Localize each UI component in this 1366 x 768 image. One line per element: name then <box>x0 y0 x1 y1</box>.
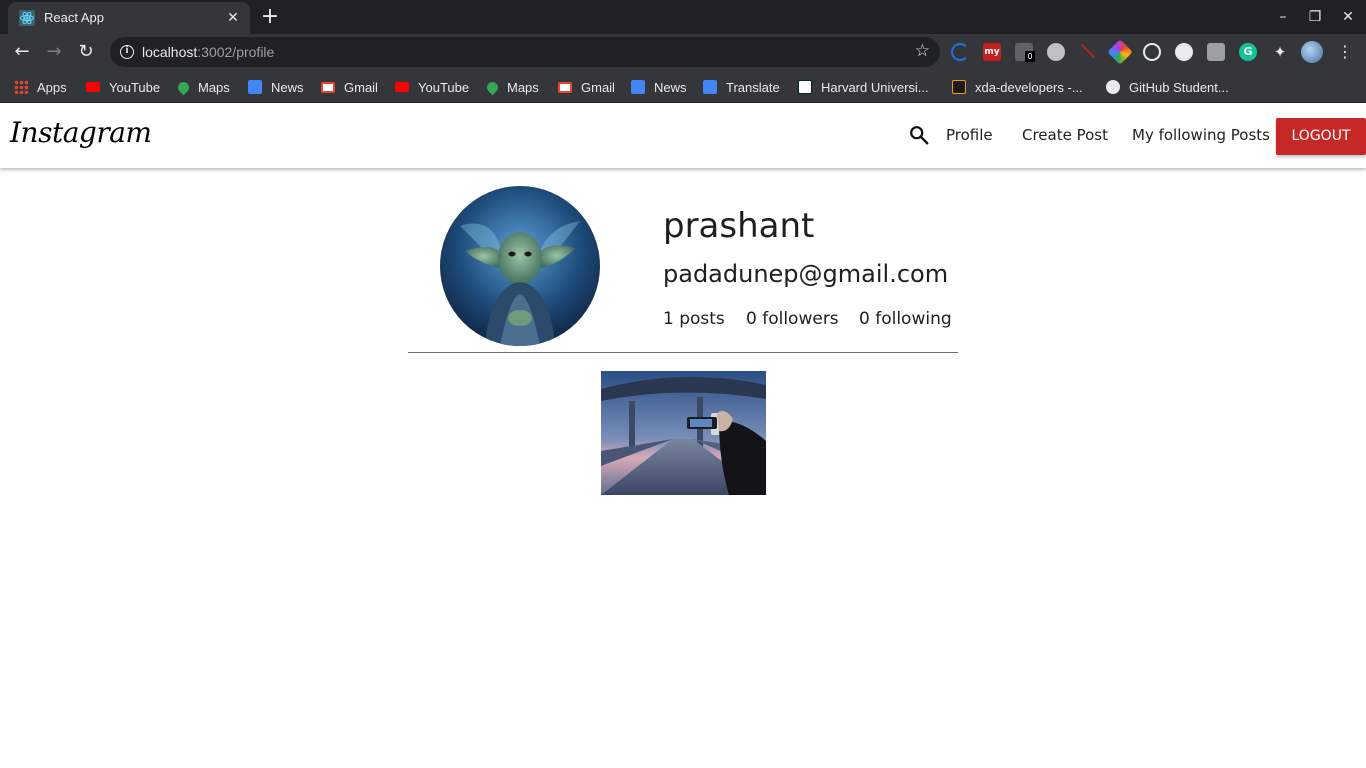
extension-target-icon[interactable] <box>1143 43 1161 61</box>
url-path: :3002/profile <box>197 44 275 60</box>
bookmark-translate[interactable]: Translate <box>703 78 780 96</box>
close-window-button[interactable]: ✕ <box>1337 7 1359 27</box>
yoda-avatar-image <box>440 186 600 346</box>
logout-button[interactable]: LOGOUT <box>1276 118 1366 155</box>
browser-tab-react-app[interactable]: React App ✕ <box>8 2 250 34</box>
url-host: localhost <box>142 44 198 60</box>
extension-circle-icon[interactable] <box>1047 43 1065 61</box>
bookmark-label: News <box>654 79 687 95</box>
menu-kebab-icon[interactable]: ⋮ <box>1336 43 1354 61</box>
address-bar[interactable]: i localhost:3002/profile ☆ <box>110 37 940 67</box>
extension-square-icon[interactable] <box>1207 43 1225 61</box>
apps-grid-icon <box>14 80 28 94</box>
restore-button[interactable]: ❐ <box>1304 7 1326 27</box>
bookmark-maps[interactable]: Maps <box>175 78 230 96</box>
app-navbar: Instagram Profile Create Post My followi… <box>0 104 1366 168</box>
bookmark-label: Gmail <box>344 79 378 95</box>
translate-icon <box>703 80 717 94</box>
bookmark-youtube[interactable]: YouTube <box>86 78 160 96</box>
extension-slash-icon[interactable] <box>1080 43 1096 59</box>
bookmark-gmail-2[interactable]: Gmail <box>558 78 615 96</box>
instagram-logo[interactable]: Instagram <box>10 116 152 149</box>
followers-count: 0 followers <box>746 309 839 329</box>
react-logo-icon <box>19 10 35 26</box>
extension-my-icon[interactable]: my <box>983 43 1001 61</box>
bookmark-label: xda-developers -... <box>975 79 1083 95</box>
edx-icon <box>798 80 812 94</box>
bookmark-label: Maps <box>507 79 539 95</box>
bookmark-label: Translate <box>726 79 780 95</box>
extensions-puzzle-icon[interactable]: ✦ <box>1271 43 1289 61</box>
youtube-icon <box>395 82 409 92</box>
bookmark-apps[interactable]: Apps <box>14 78 67 96</box>
bookmark-label: YouTube <box>418 79 470 95</box>
profile-email: padadunep@gmail.com <box>663 260 949 288</box>
search-icon[interactable] <box>908 124 930 146</box>
maps-icon <box>484 79 501 95</box>
posts-count: 1 posts <box>663 309 725 329</box>
bookmark-xda[interactable]: xda-developers -... <box>952 78 1083 96</box>
bookmark-label: YouTube <box>109 79 161 95</box>
new-tab-button[interactable]: + <box>258 6 282 30</box>
minimize-button[interactable]: – <box>1272 7 1294 27</box>
forward-button[interactable]: → <box>42 40 66 64</box>
following-count: 0 following <box>859 309 952 329</box>
gmail-icon <box>558 81 572 93</box>
extension-code-icon[interactable] <box>1175 43 1193 61</box>
bookmark-label: Gmail <box>581 79 615 95</box>
profile-avatar-icon[interactable] <box>1301 41 1323 63</box>
reload-button[interactable]: ↻ <box>74 40 98 64</box>
bookmark-news-2[interactable]: News <box>631 78 687 96</box>
github-icon <box>1106 80 1120 94</box>
grammarly-icon[interactable]: G <box>1239 43 1257 61</box>
post-thumbnail[interactable] <box>601 371 766 495</box>
browser-toolbar: ← → ↻ i localhost:3002/profile ☆ my 0 G … <box>0 34 1366 70</box>
bookmark-label: GitHub Student... <box>1129 79 1229 95</box>
site-info-icon[interactable]: i <box>120 45 134 59</box>
tab-title: React App <box>44 10 104 25</box>
url-text[interactable]: localhost:3002/profile <box>142 44 274 60</box>
extension-loading-icon[interactable] <box>951 43 969 61</box>
maps-icon <box>175 79 192 95</box>
profile-username: prashant <box>663 206 815 246</box>
bookmark-label: Maps <box>198 79 230 95</box>
profile-avatar <box>440 186 600 346</box>
bookmark-news[interactable]: News <box>248 78 304 96</box>
back-button[interactable]: ← <box>10 40 34 64</box>
google-news-icon <box>248 80 262 94</box>
bookmark-youtube-2[interactable]: YouTube <box>395 78 469 96</box>
extension-counter-icon[interactable]: 0 <box>1015 43 1035 62</box>
nav-link-following-posts[interactable]: My following Posts <box>1132 126 1270 144</box>
profile-divider <box>408 352 958 353</box>
nav-link-create-post[interactable]: Create Post <box>1022 126 1108 144</box>
bookmark-label: Harvard Universi... <box>821 79 929 95</box>
bookmarks-bar: Apps YouTube Maps News Gmail YouTube Map… <box>0 70 1366 103</box>
bridge-photo-image <box>601 371 766 495</box>
bookmark-label: Apps <box>37 79 67 95</box>
bookmark-gmail[interactable]: Gmail <box>321 78 378 96</box>
bookmark-label: News <box>271 79 304 95</box>
bookmark-github[interactable]: GitHub Student... <box>1106 78 1229 96</box>
bookmark-star-icon[interactable]: ☆ <box>915 41 930 61</box>
xda-icon <box>952 80 966 94</box>
extension-color-icon[interactable] <box>1107 39 1133 65</box>
browser-title-bar: React App ✕ + – ❐ ✕ <box>0 0 1366 34</box>
youtube-icon <box>86 82 100 92</box>
bookmark-maps-2[interactable]: Maps <box>484 78 539 96</box>
tab-close-icon[interactable]: ✕ <box>224 9 242 27</box>
google-news-icon <box>631 80 645 94</box>
bookmark-harvard[interactable]: Harvard Universi... <box>798 78 929 96</box>
gmail-icon <box>321 81 335 93</box>
nav-link-profile[interactable]: Profile <box>946 126 993 144</box>
